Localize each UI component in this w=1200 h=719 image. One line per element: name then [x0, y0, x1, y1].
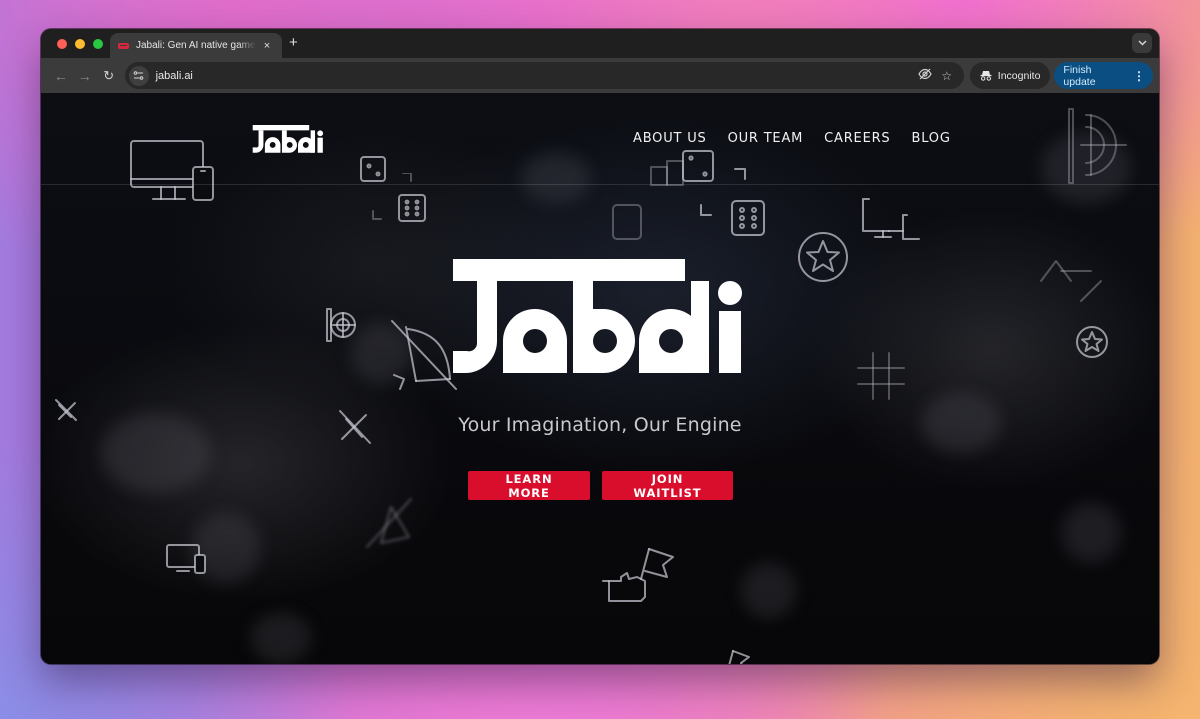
- nav-blog[interactable]: BLOG: [911, 131, 950, 146]
- learn-more-button[interactable]: LEARN MORE: [468, 471, 590, 500]
- browser-toolbar: ← → ↻ jabali.ai ☆ Incognito Finish updat…: [41, 58, 1159, 93]
- target-icon: [326, 308, 356, 342]
- maximize-window-button[interactable]: [93, 39, 103, 49]
- star-badge-icon: [798, 232, 848, 282]
- tab-search-chevron-icon[interactable]: [1132, 33, 1152, 53]
- tab-title: Jabali: Gen AI native game engine: [136, 40, 256, 51]
- back-arrow-icon[interactable]: ←: [49, 64, 73, 88]
- eye-off-icon[interactable]: [914, 68, 936, 83]
- jabali-homepage: ABOUT US OUR TEAM CAREERS BLOG Your Imag…: [41, 93, 1159, 664]
- minimize-window-button[interactable]: [75, 39, 85, 49]
- nav-our-team[interactable]: OUR TEAM: [728, 131, 804, 146]
- nav-about-us[interactable]: ABOUT US: [633, 131, 707, 146]
- bookmark-star-icon[interactable]: ☆: [936, 69, 958, 83]
- dice-six-icon: [612, 204, 642, 240]
- hero-tagline: Your Imagination, Our Engine: [458, 414, 742, 436]
- incognito-indicator[interactable]: Incognito: [969, 62, 1051, 89]
- tab-close-icon[interactable]: ×: [260, 40, 274, 52]
- hand-flag-icon: [602, 548, 674, 602]
- window-controls: [57, 39, 103, 49]
- bokeh-blob: [741, 563, 796, 618]
- browser-window: Jabali: Gen AI native game engine × + ← …: [41, 29, 1159, 664]
- star-badge-icon: [1076, 326, 1108, 358]
- hero-jabali-logo: [453, 259, 742, 373]
- reload-icon[interactable]: ↻: [97, 64, 121, 88]
- dice-six-icon: [731, 200, 765, 236]
- join-waitlist-button[interactable]: JOIN WAITLIST: [602, 471, 733, 500]
- tab-strip: Jabali: Gen AI native game engine × +: [41, 29, 1159, 58]
- bokeh-blob: [251, 613, 311, 663]
- jabali-logo[interactable]: [252, 125, 325, 153]
- close-window-button[interactable]: [57, 39, 67, 49]
- main-nav: ABOUT US OUR TEAM CAREERS BLOG: [633, 131, 951, 146]
- dice-six-icon: [398, 194, 426, 222]
- hero-cta-group: LEARN MORE JOIN WAITLIST: [468, 471, 733, 500]
- tic-tac-toe-icon: [857, 352, 905, 400]
- desktop-computer-icon: [862, 198, 920, 240]
- forward-arrow-icon[interactable]: →: [73, 64, 97, 88]
- new-tab-icon[interactable]: +: [289, 35, 298, 51]
- nav-careers[interactable]: CAREERS: [824, 131, 890, 146]
- site-info-icon[interactable]: [128, 65, 149, 86]
- incognito-icon: [980, 71, 992, 81]
- finish-update-button[interactable]: Finish update ⋮: [1054, 62, 1153, 89]
- finish-update-label: Finish update: [1063, 63, 1096, 88]
- incognito-label: Incognito: [997, 69, 1041, 82]
- browser-tab[interactable]: Jabali: Gen AI native game engine ×: [110, 33, 282, 58]
- hand-flag-icon: [728, 650, 750, 664]
- kebab-menu-icon[interactable]: ⋮: [1133, 69, 1145, 83]
- bokeh-blob: [1061, 503, 1121, 563]
- address-bar[interactable]: jabali.ai ☆: [124, 62, 964, 89]
- building-icon: [1040, 260, 1102, 302]
- site-header: ABOUT US OUR TEAM CAREERS BLOG: [41, 93, 1159, 185]
- monitor-phone-icon: [166, 544, 206, 574]
- jabali-favicon-icon: [118, 42, 129, 49]
- bow-arrow-icon: [366, 498, 412, 548]
- url-text[interactable]: jabali.ai: [156, 70, 914, 82]
